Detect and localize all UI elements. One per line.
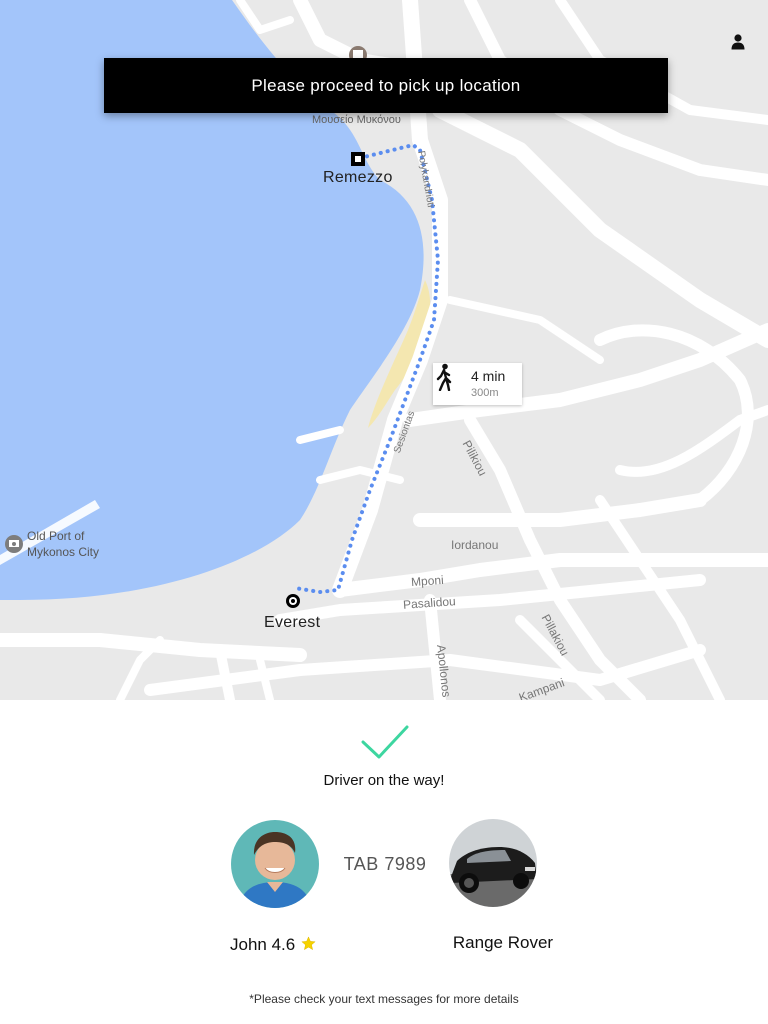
car-image[interactable] xyxy=(449,819,537,907)
walk-distance: 300m xyxy=(471,387,499,399)
status-text: Driver on the way! xyxy=(323,772,445,789)
poi-label-museum: Μουσείο Μυκόνου xyxy=(312,114,401,126)
walking-person-icon xyxy=(436,363,452,391)
origin-label: Remezzo xyxy=(323,169,393,186)
walking-eta-card: 4 min 300m xyxy=(433,363,522,405)
profile-button[interactable] xyxy=(726,30,750,54)
person-icon xyxy=(731,34,745,50)
driver-name: John 4.6 xyxy=(230,935,296,954)
old-port-label-2: Mykonos City xyxy=(27,545,100,559)
pickup-banner: Please proceed to pick up location xyxy=(104,58,668,113)
street-label-iordanou: Iordanou xyxy=(451,538,499,552)
driver-avatar[interactable] xyxy=(231,820,319,908)
footer-note: *Please check your text messages for mor… xyxy=(249,992,519,1006)
street-label-mponi: Mponi xyxy=(410,572,445,590)
destination-label: Everest xyxy=(264,614,321,631)
license-plate: TAB 7989 xyxy=(343,854,427,874)
banner-text: Please proceed to pick up location xyxy=(251,75,521,95)
old-port-label-1: Old Port of xyxy=(27,529,85,543)
walk-time: 4 min xyxy=(471,368,506,384)
car-name: Range Rover xyxy=(452,933,554,952)
star-icon xyxy=(301,936,316,951)
checkmark-icon xyxy=(361,725,409,759)
driver-name-rating: John 4.6 xyxy=(230,935,316,955)
